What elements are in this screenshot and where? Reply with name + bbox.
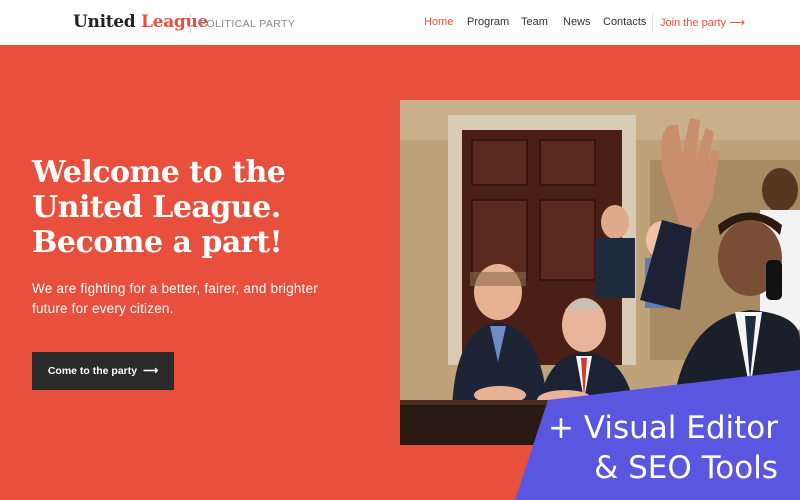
arrow-right-icon: ⟶ bbox=[729, 17, 745, 29]
nav-home[interactable]: Home bbox=[424, 16, 453, 28]
arrow-right-icon: ⟶ bbox=[143, 365, 159, 377]
site-logo[interactable]: United League bbox=[73, 12, 208, 32]
hero-subtitle-line: We are fighting for a better, fairer, an… bbox=[32, 281, 318, 296]
hero-subtitle: We are fighting for a better, fairer, an… bbox=[32, 279, 362, 319]
join-party-label: Join the party bbox=[660, 17, 727, 29]
hero-title-line: Welcome to the bbox=[32, 155, 286, 190]
nav-contacts[interactable]: Contacts bbox=[603, 16, 646, 28]
site-header: United League POLITICAL PARTY Home Progr… bbox=[0, 0, 800, 45]
hero-photo-illustration bbox=[400, 100, 800, 445]
cta-label: Come to the party bbox=[47, 365, 138, 377]
hero-title: Welcome to the United League. Become a p… bbox=[32, 155, 392, 260]
nav-divider bbox=[652, 13, 653, 31]
logo-divider bbox=[190, 13, 191, 33]
hero-title-line: United League. bbox=[32, 190, 281, 225]
come-to-party-button[interactable]: Come to the party ⟶ bbox=[32, 352, 174, 390]
logo-text-primary: United bbox=[73, 12, 136, 32]
nav-program[interactable]: Program bbox=[467, 16, 509, 28]
hero-photo bbox=[400, 100, 800, 445]
join-party-link[interactable]: Join the party ⟶ bbox=[660, 16, 745, 29]
site-tagline: POLITICAL PARTY bbox=[199, 18, 296, 30]
hero-subtitle-line: future for every citizen. bbox=[32, 301, 174, 316]
hero-title-line: Become a part! bbox=[32, 225, 283, 260]
hero-section: Welcome to the United League. Become a p… bbox=[0, 45, 800, 500]
nav-team[interactable]: Team bbox=[521, 16, 548, 28]
nav-news[interactable]: News bbox=[563, 16, 591, 28]
